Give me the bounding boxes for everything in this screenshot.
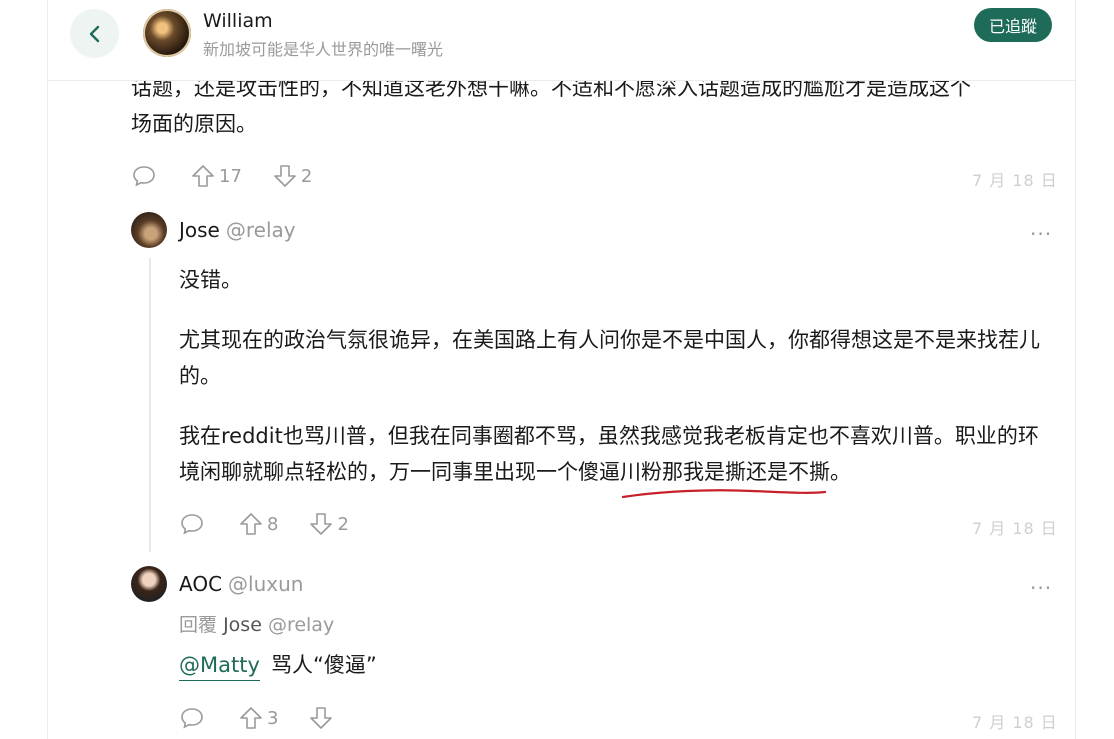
post-actions: 17 2 [131,161,342,191]
reply-target-name[interactable]: Jose [223,614,262,636]
comment-icon [133,166,155,187]
comment-icon [181,514,203,535]
comment-paragraph: 我在reddit也骂川普，但我在同事圈都不骂，虽然我感觉我老板肯定也不喜欢川普。… [179,424,1039,484]
avatar[interactable] [143,9,191,57]
upvote-icon [240,513,262,535]
downvote-icon [310,707,333,729]
comment-author[interactable]: Jose @relay [179,218,296,242]
downvote-button[interactable]: 2 [272,163,312,189]
upvote-count: 17 [219,165,242,187]
comment-button[interactable] [131,163,160,189]
avatar[interactable] [131,566,167,602]
downvote-button[interactable] [308,705,337,731]
upvote-button[interactable]: 17 [190,163,242,189]
comment-actions: 8 2 [179,509,379,539]
author-handle: @relay [225,218,296,242]
comment-actions: 3 [179,703,367,733]
comment-paragraph: 没错。 [179,268,242,292]
right-gutter-border [1075,0,1076,739]
downvote-count: 2 [337,513,349,535]
back-button[interactable] [70,9,119,58]
avatar[interactable] [131,212,167,248]
comment-button[interactable] [179,511,208,537]
reply-to-label: 回覆 Jose @relay [179,610,334,637]
upvote-button[interactable]: 3 [238,705,278,731]
reply-target-handle[interactable]: @relay [268,614,334,636]
comment-icon [181,708,203,729]
mention-link[interactable]: @Matty [179,650,260,681]
downvote-count: 2 [300,165,313,187]
downvote-icon [310,513,333,535]
profile-header: William 新加坡可能是华人世界的唯一曙光 已追蹤 [48,0,1075,81]
left-gutter-border [47,0,48,739]
author-name: Jose [179,218,220,242]
comment-author[interactable]: AOC @luxun [179,572,303,596]
upvote-count: 8 [267,513,279,535]
upvote-count: 3 [267,707,279,729]
comment-date: 7 月 18 日 [972,713,1058,732]
upvote-icon [240,707,262,729]
back-icon [89,25,99,42]
red-underline-annotation [622,489,827,499]
profile-name[interactable]: William [203,10,273,32]
post-date: 7 月 18 日 [972,171,1058,190]
downvote-icon [274,165,296,187]
more-icon[interactable]: ··· [1030,576,1052,600]
follow-button[interactable]: 已追蹤 [974,8,1052,42]
comment-paragraph: 尤其现在的政治气氛很诡异，在美国路上有人问你是不是中国人，你都得想这是不是来找茬… [179,328,1040,388]
downvote-button[interactable]: 2 [308,511,349,537]
author-name: AOC [179,572,223,596]
comment-date: 7 月 18 日 [972,519,1058,538]
thread-line [149,258,151,552]
post-text-line: 场面的原因。 [131,112,257,136]
profile-bio: 新加坡可能是华人世界的唯一曙光 [203,40,444,59]
upvote-icon [192,165,214,187]
comment-text: 骂人“傻逼” [271,653,377,677]
comment-button[interactable] [179,705,208,731]
more-icon[interactable]: ··· [1030,222,1052,246]
author-handle: @luxun [228,572,304,596]
upvote-button[interactable]: 8 [238,511,278,537]
reply-prefix: 回覆 [179,614,218,636]
